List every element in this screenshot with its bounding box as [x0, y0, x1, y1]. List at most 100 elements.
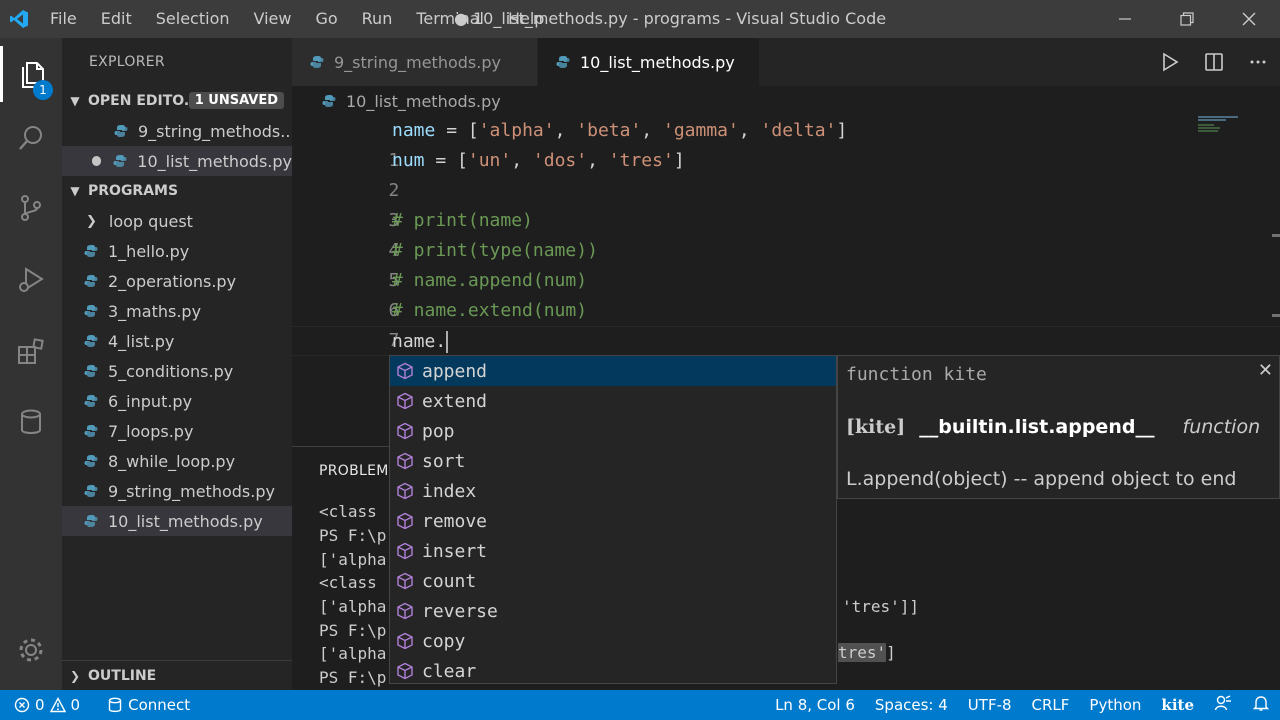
- method-icon: [396, 632, 414, 650]
- suggestion-label: remove: [422, 510, 488, 532]
- menu-go[interactable]: Go: [303, 0, 349, 38]
- menu-edit[interactable]: Edit: [89, 0, 144, 38]
- restore-button[interactable]: [1156, 0, 1218, 38]
- file-item[interactable]: 8_while_loop.py: [62, 446, 292, 476]
- problems-status[interactable]: 0 0: [14, 696, 80, 714]
- terminal-text: ]: [886, 643, 896, 662]
- extensions-activity-button[interactable]: [0, 324, 62, 380]
- language-mode[interactable]: Python: [1079, 696, 1151, 714]
- split-editor-button[interactable]: [1192, 52, 1236, 72]
- suggestion-item[interactable]: count: [390, 566, 836, 596]
- warning-count: 0: [70, 696, 81, 714]
- suggestion-item[interactable]: clear: [390, 656, 836, 686]
- tab-problems[interactable]: PROBLEMS: [319, 463, 398, 479]
- explorer-activity-button[interactable]: 1: [0, 46, 62, 102]
- unsaved-badge: 1 UNSAVED: [188, 92, 284, 109]
- manage-activity-button[interactable]: [0, 622, 62, 678]
- file-item[interactable]: 1_hello.py: [62, 236, 292, 266]
- file-item[interactable]: 6_input.py: [62, 386, 292, 416]
- menu-terminal[interactable]: Terminal: [404, 0, 496, 38]
- file-item[interactable]: 9_string_methods.py: [62, 476, 292, 506]
- tab-label: 9_string_methods.py: [334, 52, 501, 72]
- tab-label: 10_list_methods.py: [580, 52, 735, 72]
- feedback-button[interactable]: [1204, 694, 1242, 716]
- menu-selection[interactable]: Selection: [144, 0, 242, 38]
- file-item[interactable]: 4_list.py: [62, 326, 292, 356]
- code-comment: # name.append(num): [392, 270, 588, 291]
- close-icon[interactable]: ✕: [1258, 360, 1273, 381]
- menu-view[interactable]: View: [242, 0, 304, 38]
- cursor-position[interactable]: Ln 8, Col 6: [765, 696, 865, 714]
- suggestion-item[interactable]: insert: [390, 536, 836, 566]
- python-file-icon: [114, 125, 128, 137]
- suggestion-item[interactable]: append: [390, 356, 836, 386]
- connect-status[interactable]: Connect: [108, 696, 190, 714]
- code-token: 'delta': [760, 120, 837, 141]
- open-editor-item[interactable]: 9_string_methods....: [62, 116, 292, 146]
- play-icon: [1163, 52, 1179, 72]
- suggestion-item[interactable]: extend: [390, 386, 836, 416]
- file-item[interactable]: 3_maths.py: [62, 296, 292, 326]
- run-debug-activity-button[interactable]: [0, 252, 62, 308]
- file-item[interactable]: 2_operations.py: [62, 266, 292, 296]
- kite-status[interactable]: kite: [1151, 696, 1204, 714]
- code-token: 'alpha': [478, 120, 555, 141]
- suggestion-item[interactable]: sort: [390, 446, 836, 476]
- suggestion-label: clear: [422, 660, 477, 682]
- run-file-button[interactable]: [1148, 52, 1192, 72]
- minimap[interactable]: [1198, 116, 1268, 136]
- minimize-button[interactable]: [1094, 0, 1156, 38]
- source-control-icon: [21, 195, 41, 221]
- details-signature: function kite: [846, 364, 987, 385]
- feedback-icon: [1214, 695, 1231, 711]
- file-item[interactable]: 5_conditions.py: [62, 356, 292, 386]
- more-actions-button[interactable]: [1236, 52, 1280, 72]
- menu-run[interactable]: Run: [350, 0, 405, 38]
- close-window-button[interactable]: [1218, 0, 1280, 38]
- notifications-button[interactable]: [1242, 694, 1280, 716]
- suggestion-label: pop: [422, 420, 455, 442]
- tab-10-list-methods[interactable]: 10_list_methods.py: [538, 38, 760, 86]
- breadcrumb[interactable]: 10_list_methods.py: [292, 86, 1280, 116]
- menu-help[interactable]: Help: [496, 0, 556, 38]
- details-description: L.append(object) -- append object to end: [846, 468, 1237, 490]
- code-token: 'un': [467, 150, 512, 171]
- database-activity-button[interactable]: [0, 394, 62, 450]
- suggestion-item[interactable]: pop: [390, 416, 836, 446]
- run-debug-icon: [19, 267, 44, 292]
- menu-file[interactable]: File: [38, 0, 89, 38]
- file-label: 2_operations.py: [108, 271, 237, 291]
- suggestion-label: extend: [422, 390, 488, 412]
- suggestion-details: function kite ✕ [kite] __builtin.list.ap…: [837, 355, 1280, 499]
- tab-9-string-methods[interactable]: 9_string_methods.py: [292, 38, 538, 86]
- terminal-line: PS F:\p: [319, 668, 387, 687]
- suggestion-item[interactable]: reverse: [390, 596, 836, 626]
- file-label: 6_input.py: [108, 391, 193, 411]
- programs-folder-header[interactable]: ▼ PROGRAMS: [62, 176, 292, 206]
- eol-status[interactable]: CRLF: [1022, 696, 1080, 714]
- encoding-status[interactable]: UTF-8: [958, 696, 1022, 714]
- terminal-line-fragment: tres']: [838, 641, 896, 664]
- code-token: 'beta': [576, 120, 642, 141]
- source-control-activity-button[interactable]: [0, 180, 62, 236]
- file-item[interactable]: 10_list_methods.py: [62, 506, 292, 536]
- menu-bar: File Edit Selection View Go Run Terminal…: [38, 0, 556, 38]
- file-item[interactable]: 7_loops.py: [62, 416, 292, 446]
- search-activity-button[interactable]: [0, 110, 62, 166]
- outline-section-header[interactable]: ❯ OUTLINE: [62, 660, 292, 690]
- suggestion-item[interactable]: remove: [390, 506, 836, 536]
- suggestion-item[interactable]: copy: [390, 626, 836, 656]
- python-file-icon: [84, 305, 98, 317]
- code-token: = [: [424, 150, 468, 171]
- indentation-status[interactable]: Spaces: 4: [865, 696, 958, 714]
- code-comment: # print(name): [392, 210, 533, 231]
- folder-item-loop-quest[interactable]: ❯ loop quest: [62, 206, 292, 236]
- text-cursor: [446, 331, 449, 353]
- suggestion-item[interactable]: index: [390, 476, 836, 506]
- method-icon: [396, 452, 414, 470]
- open-editor-item-active[interactable]: 10_list_methods.py: [62, 146, 292, 176]
- unsaved-dot-icon: [92, 156, 102, 166]
- activity-bar: 1: [0, 38, 62, 690]
- code-comment: # name.extend(num): [392, 300, 588, 321]
- open-editors-header[interactable]: ▼ OPEN EDITO... 1 UNSAVED: [62, 86, 292, 116]
